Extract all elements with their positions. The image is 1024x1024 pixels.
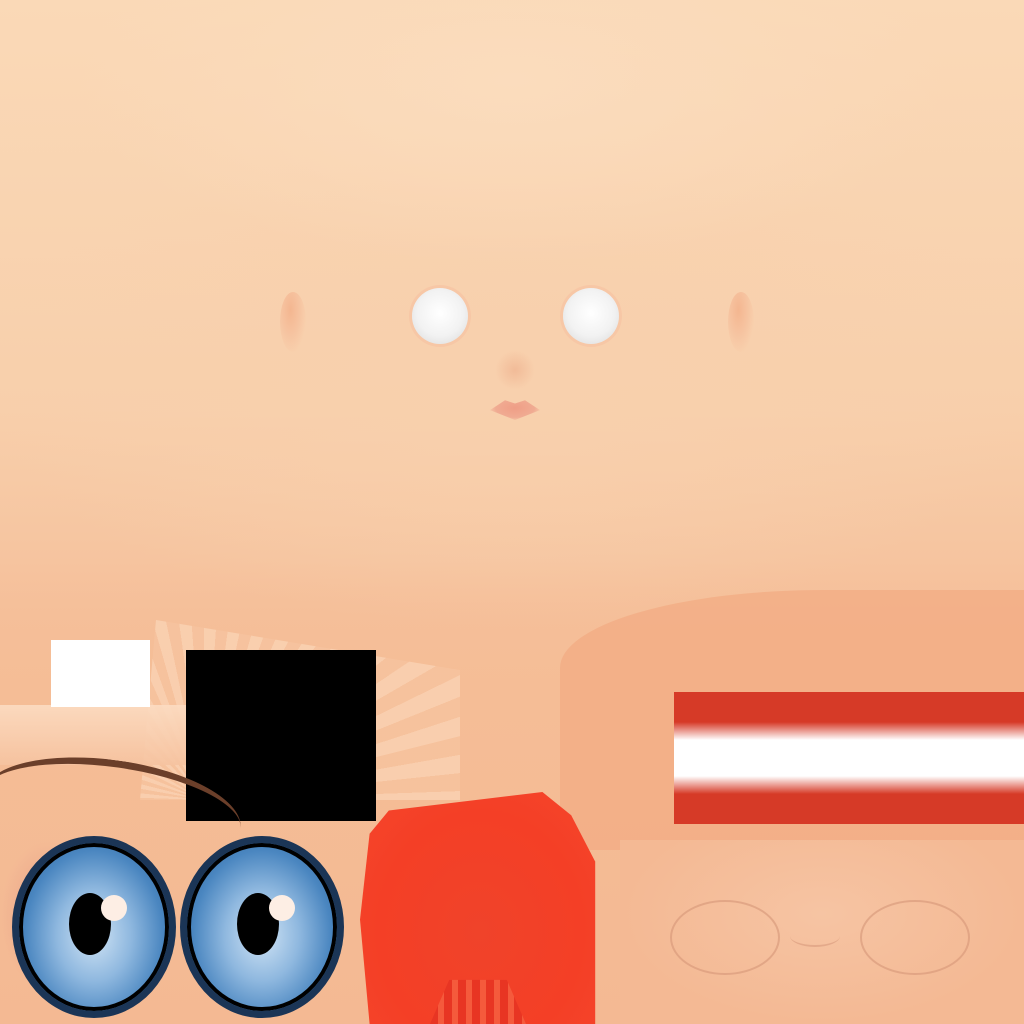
lower-right-eye-outline: [860, 900, 970, 975]
lower-nose-outline: [790, 925, 840, 947]
left-eyeball: [12, 836, 176, 1018]
left-ear: [280, 292, 306, 352]
right-eye-socket: [563, 288, 619, 344]
white-block: [51, 640, 150, 707]
left-skin-strip: [0, 705, 190, 765]
left-eye-socket: [412, 288, 468, 344]
right-eyeball: [180, 836, 344, 1018]
lower-left-eye-outline: [670, 900, 780, 975]
right-ear: [728, 292, 754, 352]
left-glint: [101, 895, 127, 921]
nose: [495, 350, 535, 390]
white-band: [674, 722, 1024, 794]
right-glint: [269, 895, 295, 921]
